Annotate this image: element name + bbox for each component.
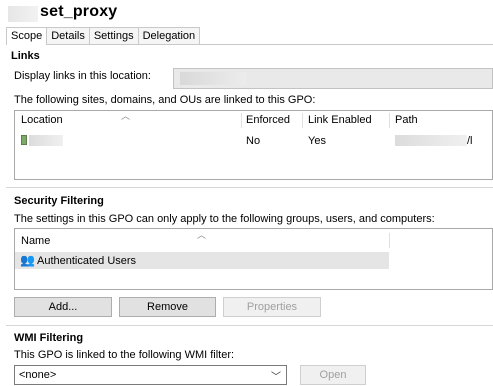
- properties-button[interactable]: Properties: [223, 297, 321, 317]
- sort-ascending-icon: ︿: [197, 230, 207, 240]
- linked-sites-label: The following sites, domains, and OUs ar…: [14, 94, 316, 106]
- security-filtering-title: Security Filtering: [14, 195, 104, 207]
- column-separator: [302, 113, 303, 128]
- add-button[interactable]: Add...: [14, 297, 112, 317]
- wmi-filter-selected-value: <none>: [19, 369, 57, 381]
- wmi-filtering-description: This GPO is linked to the following WMI …: [14, 349, 235, 361]
- chevron-down-icon: ﹀: [271, 372, 281, 383]
- wmi-filtering-title: WMI Filtering: [14, 332, 84, 344]
- tab-delegation[interactable]: Delegation: [137, 27, 201, 44]
- redacted-path: [395, 135, 467, 146]
- enforced-value: No: [246, 135, 261, 147]
- display-links-label: Display links in this location:: [14, 70, 151, 82]
- site-icon: [21, 135, 27, 145]
- users-group-icon: 👥: [20, 253, 35, 267]
- links-location-combobox[interactable]: [173, 68, 493, 89]
- tab-panel-border: [6, 44, 493, 45]
- column-name[interactable]: Name: [21, 235, 50, 247]
- section-divider: [6, 325, 493, 326]
- path-value: /l: [467, 135, 473, 147]
- column-path[interactable]: Path: [395, 114, 418, 126]
- links-listview-header: Location ︿ Enforced Link Enabled Path: [15, 111, 493, 129]
- table-row[interactable]: No Yes /l: [15, 132, 492, 149]
- column-separator: [389, 113, 390, 128]
- links-listview[interactable]: Location ︿ Enforced Link Enabled Path No…: [14, 110, 493, 180]
- column-separator: [241, 113, 242, 128]
- title-bar: set_proxy: [0, 0, 493, 26]
- open-button[interactable]: Open: [300, 365, 366, 385]
- redacted-location-value: [180, 72, 246, 85]
- tab-strip: Scope Details Settings Delegation: [6, 27, 201, 45]
- security-filtering-description: The settings in this GPO can only apply …: [14, 213, 435, 225]
- section-divider: [6, 187, 493, 188]
- tab-details[interactable]: Details: [46, 27, 90, 44]
- security-principal-name: Authenticated Users: [37, 255, 137, 267]
- column-enforced[interactable]: Enforced: [246, 114, 290, 126]
- security-listview-header: Name ︿: [15, 229, 493, 248]
- table-row[interactable]: 👥 Authenticated Users: [15, 252, 389, 269]
- column-location[interactable]: Location: [21, 114, 63, 126]
- wmi-filter-select[interactable]: <none> ﹀: [14, 365, 287, 385]
- redacted-location: [29, 135, 63, 146]
- remove-button[interactable]: Remove: [119, 297, 216, 317]
- links-section-title: Links: [11, 50, 40, 62]
- sort-ascending-icon: ︿: [121, 111, 131, 121]
- gpo-title: set_proxy: [40, 3, 118, 20]
- tab-scope[interactable]: Scope: [6, 27, 48, 45]
- column-separator: [389, 233, 390, 248]
- security-filtering-listview[interactable]: Name ︿ 👥 Authenticated Users: [14, 228, 493, 290]
- link-enabled-value: Yes: [308, 135, 326, 147]
- redacted-title-prefix: [8, 6, 38, 22]
- tab-settings[interactable]: Settings: [88, 27, 139, 44]
- column-link-enabled[interactable]: Link Enabled: [308, 114, 372, 126]
